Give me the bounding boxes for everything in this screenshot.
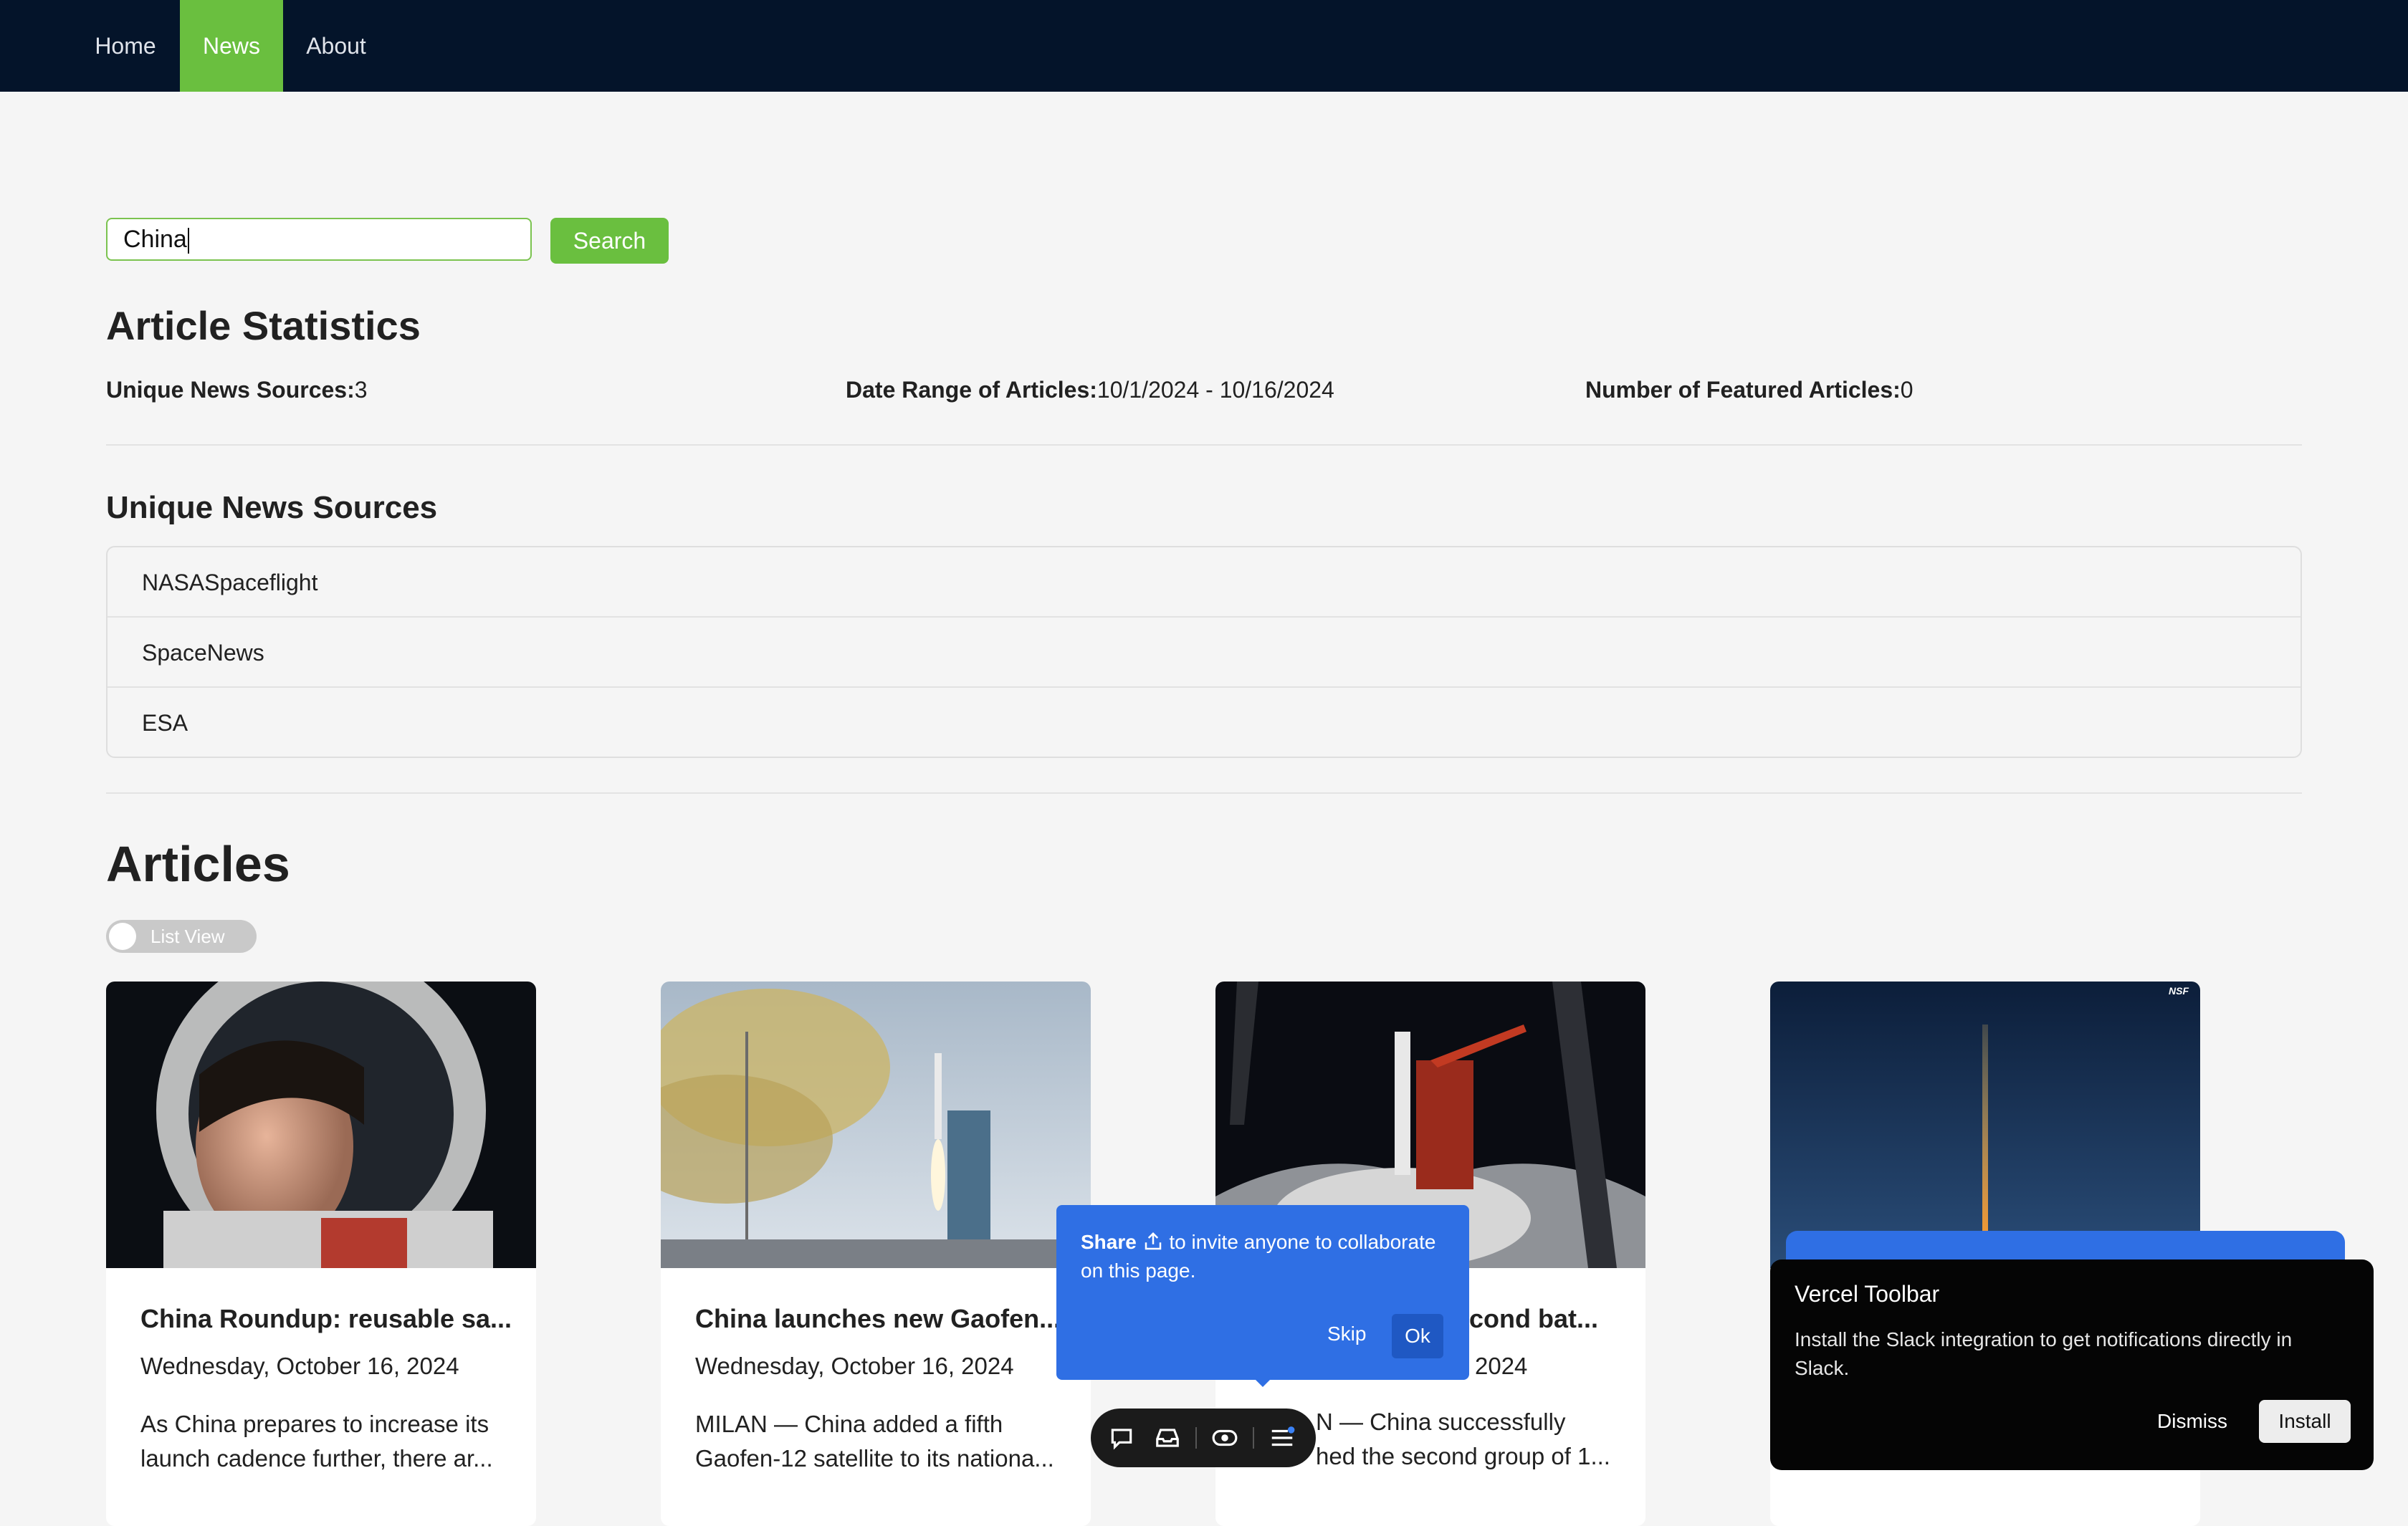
divider	[106, 444, 2302, 446]
inbox-icon[interactable]	[1154, 1424, 1181, 1451]
stat-value: 10/1/2024 - 10/16/2024	[1096, 377, 1334, 403]
divider	[106, 792, 2302, 794]
article-card[interactable]: China Roundup: reusable sa... Wednesday,…	[106, 982, 536, 1526]
stat-label: Unique News Sources:	[106, 377, 355, 403]
stat-label: Number of Featured Articles:	[1585, 377, 1901, 403]
article-description: MILAN — China added a fifth Gaofen-12 sa…	[695, 1411, 1054, 1472]
stat-value: 0	[1900, 377, 1914, 403]
article-title-partial[interactable]: cond bat...	[1469, 1304, 1598, 1334]
article-desc-partial: hed the second group of 1...	[1316, 1443, 1610, 1469]
toggle-knob	[109, 923, 136, 950]
toolbar-divider	[1195, 1427, 1197, 1449]
toggle-label: List View	[150, 926, 225, 947]
stat-label: Date Range of Articles:	[846, 377, 1097, 403]
stat-value: 3	[354, 377, 368, 403]
eye-toggle-icon[interactable]	[1211, 1424, 1238, 1451]
search-button[interactable]: Search	[550, 218, 669, 264]
search-input[interactable]: China	[106, 218, 532, 261]
share-popup: Share to invite anyone to collaborate on…	[1056, 1205, 1469, 1380]
stat-unique-sources: Unique News Sources:3	[106, 377, 368, 403]
sources-heading: Unique News Sources	[106, 490, 438, 525]
list-item: NASASpaceflight	[108, 547, 2300, 618]
ok-button[interactable]: Ok	[1392, 1314, 1443, 1358]
comment-icon[interactable]	[1108, 1424, 1135, 1451]
vercel-toast: Vercel Toolbar Install the Slack integra…	[1770, 1259, 2374, 1470]
article-date: Wednesday, October 16, 2024	[140, 1353, 459, 1379]
search-value: China	[123, 226, 187, 253]
share-bold: Share	[1081, 1231, 1137, 1253]
stats-heading: Article Statistics	[106, 303, 421, 348]
toast-body: Install the Slack integration to get not…	[1795, 1328, 2293, 1379]
articles-heading: Articles	[106, 836, 290, 892]
skip-button[interactable]: Skip	[1327, 1314, 1366, 1354]
article-date: Wednesday, October 16, 2024	[695, 1353, 1014, 1379]
dismiss-button[interactable]: Dismiss	[2157, 1400, 2227, 1443]
install-button[interactable]: Install	[2259, 1400, 2351, 1443]
article-desc-partial: N — China successfully	[1316, 1409, 1566, 1435]
nsf-badge: NSF	[2169, 985, 2189, 997]
nav-about[interactable]: About	[297, 0, 376, 92]
list-item: ESA	[142, 710, 188, 736]
article-title[interactable]: China Roundup: reusable sa...	[140, 1304, 513, 1334]
article-image: NSF	[1770, 982, 2200, 1268]
article-date-partial: 2024	[1475, 1353, 1528, 1379]
article-image	[661, 982, 1091, 1268]
list-view-toggle[interactable]: List View	[106, 920, 257, 953]
article-image	[106, 982, 536, 1268]
menu-icon[interactable]	[1268, 1424, 1296, 1451]
text-caret	[187, 228, 189, 254]
article-description: As China prepares to increase its launch…	[140, 1411, 493, 1472]
nav-home[interactable]: Home	[83, 0, 168, 92]
floating-toolbar	[1091, 1409, 1316, 1467]
popup-arrow	[1253, 1377, 1273, 1387]
nav-news[interactable]: News	[180, 0, 283, 92]
sources-list: NASASpaceflight SpaceNews ESA	[106, 546, 2302, 758]
article-title[interactable]: China launches new Gaofen...	[695, 1304, 1068, 1334]
stat-featured: Number of Featured Articles:0	[1585, 377, 1914, 403]
list-item: SpaceNews	[108, 618, 2300, 688]
share-icon	[1145, 1232, 1161, 1250]
article-card[interactable]: China launches new Gaofen... Wednesday, …	[661, 982, 1091, 1526]
toolbar-divider	[1253, 1427, 1254, 1449]
share-text: Share to invite anyone to collaborate on…	[1081, 1228, 1453, 1285]
stat-date-range: Date Range of Articles:10/1/2024 - 10/16…	[846, 377, 1334, 403]
toast-title: Vercel Toolbar	[1795, 1281, 1940, 1307]
top-nav: Home News About	[0, 0, 2408, 92]
